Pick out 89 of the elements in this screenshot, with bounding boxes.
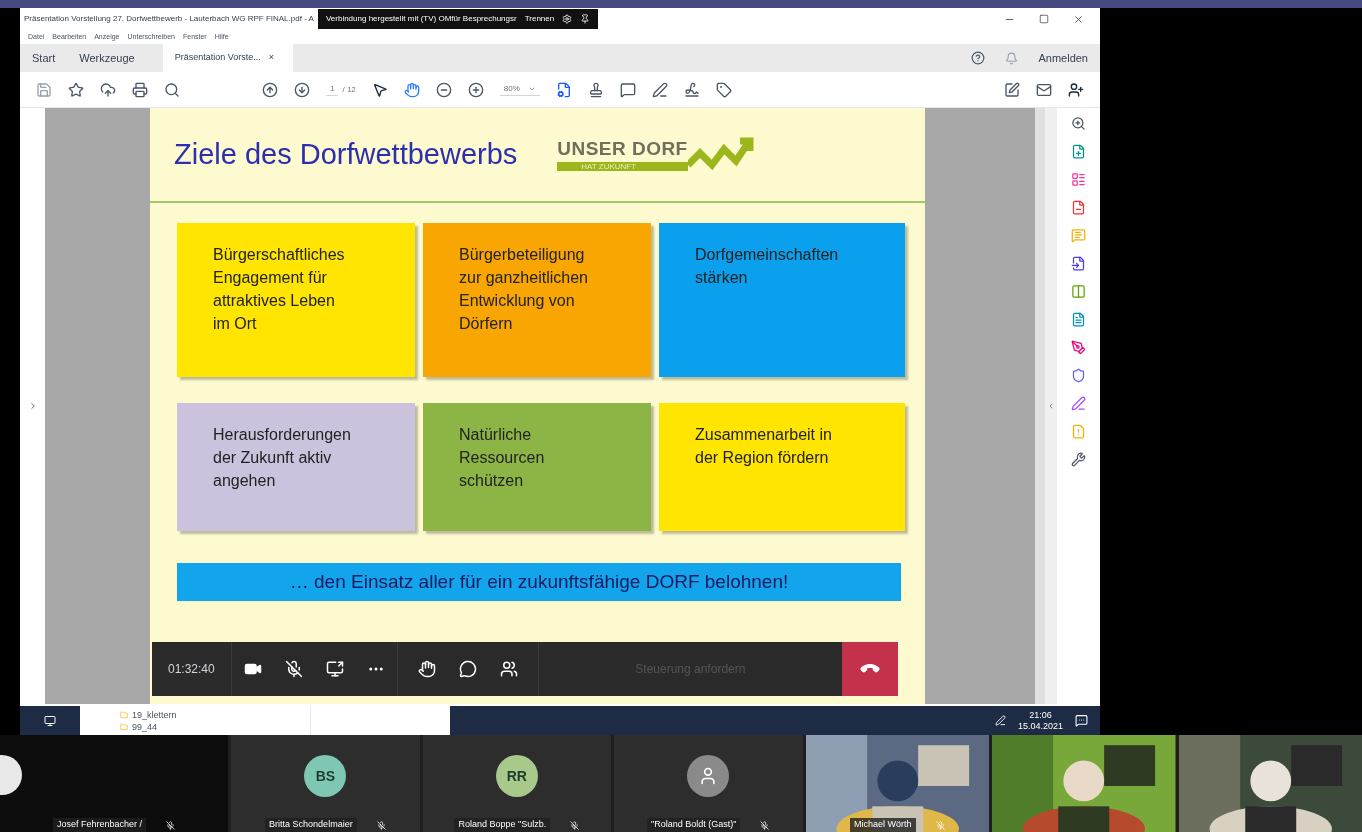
clock-time: 21:06 xyxy=(1029,709,1052,721)
raise-hand-icon[interactable] xyxy=(417,660,436,678)
mic-off-icon xyxy=(570,820,580,830)
file-icon[interactable] xyxy=(1071,312,1086,327)
search-icon[interactable] xyxy=(164,81,180,98)
participant-name: Michael Wörth xyxy=(850,818,916,832)
pen-icon[interactable] xyxy=(651,81,668,98)
help-icon[interactable] xyxy=(971,51,986,65)
goal-card: Zusammenarbeit in der Region fördern xyxy=(659,403,905,531)
disconnect-button[interactable]: Trennen xyxy=(524,13,555,25)
save-icon[interactable] xyxy=(36,81,52,98)
clock-date: 15.04.2021 xyxy=(1017,720,1063,732)
mic-off-icon xyxy=(935,820,945,830)
signature-icon[interactable] xyxy=(683,81,700,98)
participant-tile[interactable]: Josef Fehrenbacher / xyxy=(0,735,229,832)
goal-card: Natürliche Ressourcen schützen xyxy=(423,403,651,531)
participant-name: Roland Boppe "Sulzb. xyxy=(454,818,551,832)
banner-text: Verbindung hergestellt mit (TV) OMfür Besprechungsr xyxy=(325,13,517,25)
shield-icon[interactable] xyxy=(1071,368,1086,383)
notification-icon[interactable] xyxy=(1075,714,1088,727)
close-icon[interactable] xyxy=(1073,13,1084,25)
folder-item[interactable]: 99_44 xyxy=(132,720,158,733)
file-plus-icon[interactable] xyxy=(1071,144,1086,159)
zoom-dropdown[interactable]: 80% xyxy=(499,83,540,96)
slide-banner: … den Einsatz aller für ein zukunftsfähige DORF belohnen! xyxy=(177,563,901,601)
goal-card: Dorfgemeinschaften stärken xyxy=(659,223,905,377)
zoom-out-icon[interactable] xyxy=(435,81,452,98)
user-plus-icon[interactable] xyxy=(1068,81,1084,98)
tag-icon[interactable] xyxy=(715,81,732,98)
hang-up-button[interactable] xyxy=(842,642,898,696)
collapse-icon[interactable] xyxy=(1047,402,1055,410)
maximize-icon[interactable] xyxy=(1039,13,1049,25)
upload-icon[interactable] xyxy=(100,81,116,98)
pen-square-icon[interactable] xyxy=(1004,81,1020,98)
tab[interactable]: Werkzeuge xyxy=(67,44,147,72)
wrench-icon[interactable] xyxy=(1071,452,1086,467)
mic-off-icon xyxy=(376,820,386,830)
goal-card: Herausforderungen der Zukunft aktiv angehen xyxy=(177,403,415,531)
logo-text: UNSER DORF xyxy=(557,138,688,158)
participant-tile[interactable]: RR Roland Boppe "Sulzb. xyxy=(422,735,612,832)
zoom-in-icon[interactable] xyxy=(1071,116,1086,131)
tab[interactable]: Start xyxy=(20,44,68,72)
goal-card: Bürgerschaftliches Engagement für attraktives Leben im Ort xyxy=(177,223,415,377)
file-input-icon[interactable] xyxy=(1071,256,1086,271)
call-duration: 01:32:40 xyxy=(167,661,216,678)
avatar: RR xyxy=(495,755,538,797)
goal-card: Bürgerbeteiligung zur ganzheitlichen Entwicklung von Dörfern xyxy=(423,223,651,377)
sign-in-link[interactable]: Anmelden xyxy=(1038,49,1088,67)
window-title: Präsentation Vorstellung 27. Dorfwettbewerb - Lauterbach WG RPF FINAL.pdf - A xyxy=(24,13,314,25)
cursor-icon[interactable] xyxy=(371,81,388,98)
caret-icon xyxy=(527,85,536,93)
chat-icon[interactable] xyxy=(458,660,477,678)
zoom-in-icon[interactable] xyxy=(467,81,484,98)
pin-icon[interactable] xyxy=(580,14,591,24)
folder-icon xyxy=(120,722,128,731)
pen-icon[interactable] xyxy=(1071,340,1086,355)
mic-off-icon xyxy=(760,820,770,830)
hand-icon[interactable] xyxy=(403,81,420,98)
participant-name: "Roland Boldt (Gast)" xyxy=(647,818,741,832)
scrollbar[interactable] xyxy=(1035,108,1045,704)
stamp-icon[interactable] xyxy=(587,81,604,98)
printer-icon[interactable] xyxy=(132,81,148,98)
mic-off-icon[interactable] xyxy=(284,660,303,678)
folder-icon xyxy=(120,710,128,719)
settings-icon[interactable] xyxy=(562,14,573,24)
columns-icon[interactable] xyxy=(1071,284,1086,299)
participants-icon[interactable] xyxy=(499,660,518,678)
arrow-up-icon[interactable] xyxy=(262,81,278,98)
slide-title: Ziele des Dorfwettbewerbs xyxy=(174,136,518,172)
logo-subtitle: HAT ZUKUNFT xyxy=(557,161,688,171)
star-icon[interactable] xyxy=(68,81,84,98)
page-fit-icon[interactable] xyxy=(555,81,572,98)
comment-icon[interactable] xyxy=(619,81,636,98)
layout-icon[interactable] xyxy=(1071,172,1086,187)
mic-off-icon xyxy=(166,820,176,830)
arrow-down-icon[interactable] xyxy=(294,81,310,98)
folder-item[interactable]: 19_klettern xyxy=(132,708,177,721)
participant-tile[interactable]: "Roland Boldt (Gast)" xyxy=(614,735,803,832)
avatar: BS xyxy=(304,755,347,797)
share-screen-icon[interactable] xyxy=(325,660,344,678)
tab[interactable]: Präsentation Vorste... × xyxy=(162,44,293,72)
edit-icon[interactable] xyxy=(1071,396,1086,411)
page-number-field[interactable]: 1 xyxy=(326,83,339,96)
file-minus-icon[interactable] xyxy=(1071,200,1086,215)
participant-tile[interactable]: BS Britta Schondelmaier xyxy=(231,735,420,832)
participant-name: Britta Schondelmaier xyxy=(265,818,357,832)
mail-icon[interactable] xyxy=(1036,81,1052,98)
page-total: / 12 xyxy=(342,83,356,96)
participant-name: Josef Fehrenbacher / xyxy=(53,818,147,832)
